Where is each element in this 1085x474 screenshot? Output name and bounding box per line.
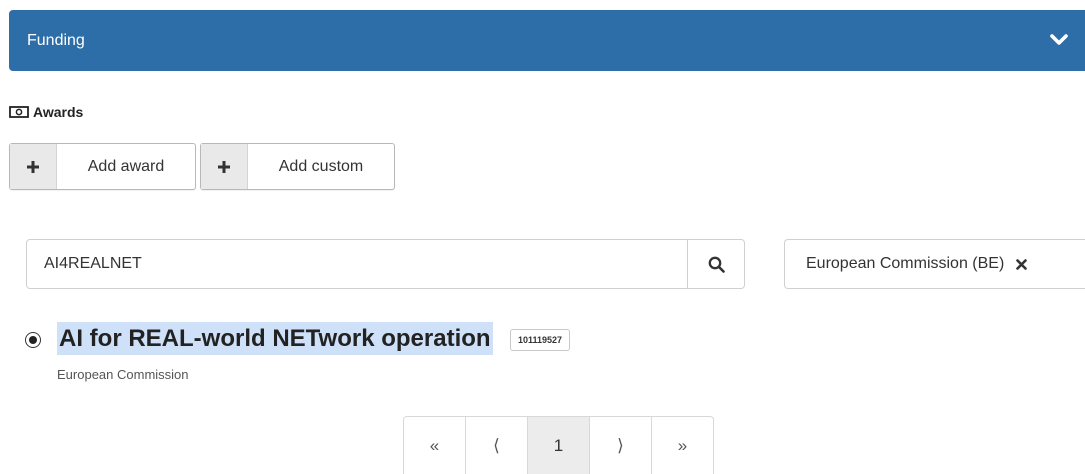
award-result-funder: European Commission (57, 367, 189, 382)
pagination-next[interactable]: ⟩ (590, 417, 652, 474)
money-bill-icon (9, 106, 29, 118)
pagination-current[interactable]: 1 (528, 417, 590, 474)
award-number-badge: 101119527 (510, 329, 571, 351)
awards-heading: Awards (9, 104, 83, 120)
chevron-down-icon[interactable] (1049, 32, 1069, 48)
award-result-radio[interactable] (25, 332, 41, 348)
pagination: « ⟨ 1 ⟩ » (403, 416, 714, 474)
add-award-label: Add award (87, 157, 165, 175)
award-result-title[interactable]: AI for REAL-world NETwork operation (57, 322, 493, 355)
add-custom-label: Add custom (278, 157, 364, 175)
awards-label: Awards (33, 104, 84, 120)
award-search-input[interactable] (27, 240, 687, 288)
close-icon[interactable] (1016, 258, 1028, 270)
plus-icon (10, 144, 57, 189)
pagination-prev[interactable]: ⟨ (466, 417, 528, 474)
funding-title: Funding (27, 31, 85, 49)
funder-select[interactable]: European Commission (BE) (784, 239, 1085, 289)
funder-select-value: European Commission (BE) (806, 255, 1005, 272)
add-award-button[interactable]: Add award (9, 143, 196, 190)
pagination-first[interactable]: « (404, 417, 466, 474)
search-button[interactable] (687, 240, 744, 288)
add-custom-button[interactable]: Add custom (200, 143, 395, 190)
plus-icon (201, 144, 248, 189)
search-icon (708, 256, 725, 273)
pagination-last[interactable]: » (652, 417, 713, 474)
award-search-group (26, 239, 745, 289)
funding-accordion-header[interactable]: Funding (9, 10, 1085, 71)
radio-dot (29, 336, 37, 344)
